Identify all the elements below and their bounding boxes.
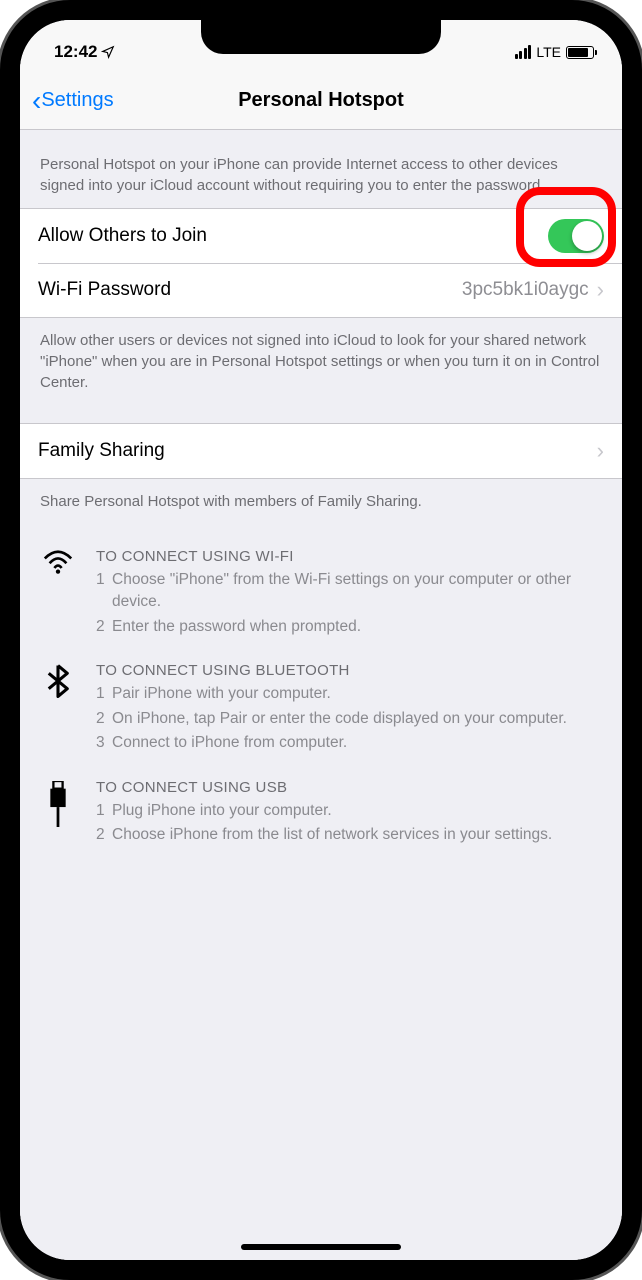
chevron-right-icon: › xyxy=(597,438,604,464)
page-title: Personal Hotspot xyxy=(238,89,404,112)
chevron-right-icon: › xyxy=(597,277,604,303)
usb-icon xyxy=(40,779,76,849)
status-time: 12:42 xyxy=(54,42,97,62)
wifi-icon xyxy=(40,548,76,640)
bt-step-3: Connect to iPhone from computer. xyxy=(112,732,602,754)
hotspot-group: Allow Others to Join Wi-Fi Password 3pc5… xyxy=(20,208,622,318)
network-label: LTE xyxy=(536,44,561,60)
screen: 12:42 LTE ‹ Settings Personal Hotspot Pe… xyxy=(20,20,622,1260)
instructions: TO CONNECT USING WI-FI 1Choose "iPhone" … xyxy=(20,516,622,879)
allow-others-label: Allow Others to Join xyxy=(38,225,548,247)
bt-instr-title: TO CONNECT USING BLUETOOTH xyxy=(96,662,602,679)
usb-instructions: TO CONNECT USING USB 1Plug iPhone into y… xyxy=(40,779,602,849)
wifi-step-2: Enter the password when prompted. xyxy=(112,616,602,638)
usb-step-2: Choose iPhone from the list of network s… xyxy=(112,824,602,846)
wifi-password-row[interactable]: Wi-Fi Password 3pc5bk1i0aygc › xyxy=(20,263,622,317)
bt-step-1: Pair iPhone with your computer. xyxy=(112,683,602,705)
family-sharing-label: Family Sharing xyxy=(38,440,597,462)
wifi-step-1: Choose "iPhone" from the Wi-Fi settings … xyxy=(112,569,602,614)
device-frame: 12:42 LTE ‹ Settings Personal Hotspot Pe… xyxy=(0,0,642,1280)
content-scroll[interactable]: Personal Hotspot on your iPhone can prov… xyxy=(20,130,622,1260)
back-button[interactable]: ‹ Settings xyxy=(32,87,114,115)
cellular-signal-icon xyxy=(515,45,532,59)
back-label: Settings xyxy=(41,89,113,112)
wifi-password-value: 3pc5bk1i0aygc xyxy=(462,279,589,301)
family-footer: Share Personal Hotspot with members of F… xyxy=(20,479,622,516)
family-group: Family Sharing › xyxy=(20,423,622,479)
bluetooth-instructions: TO CONNECT USING BLUETOOTH 1Pair iPhone … xyxy=(40,662,602,756)
allow-others-row[interactable]: Allow Others to Join xyxy=(20,209,622,263)
bt-step-2: On iPhone, tap Pair or enter the code di… xyxy=(112,708,602,730)
battery-icon xyxy=(566,46,594,59)
allow-others-toggle[interactable] xyxy=(548,219,604,253)
home-indicator[interactable] xyxy=(241,1244,401,1250)
wifi-instr-title: TO CONNECT USING WI-FI xyxy=(96,548,602,565)
intro-text: Personal Hotspot on your iPhone can prov… xyxy=(20,130,622,208)
wifi-instructions: TO CONNECT USING WI-FI 1Choose "iPhone" … xyxy=(40,548,602,640)
wifi-password-label: Wi-Fi Password xyxy=(38,279,462,301)
allow-footer: Allow other users or devices not signed … xyxy=(20,318,622,405)
toggle-knob xyxy=(572,221,602,251)
bluetooth-icon xyxy=(40,662,76,756)
nav-bar: ‹ Settings Personal Hotspot xyxy=(20,72,622,130)
location-icon xyxy=(101,45,115,59)
usb-instr-title: TO CONNECT USING USB xyxy=(96,779,602,796)
notch xyxy=(201,20,441,54)
usb-step-1: Plug iPhone into your computer. xyxy=(112,800,602,822)
chevron-left-icon: ‹ xyxy=(32,87,41,115)
family-sharing-row[interactable]: Family Sharing › xyxy=(20,424,622,478)
